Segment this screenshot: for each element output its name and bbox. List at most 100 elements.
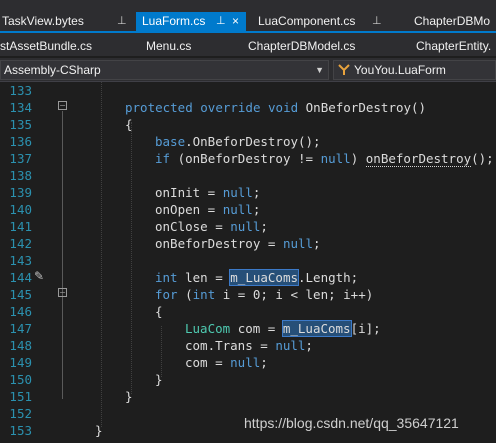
tab-taskview[interactable]: TaskView.bytes ⊥	[0, 12, 130, 31]
line-number: 146	[9, 304, 32, 319]
tab-label: ChapterDBModel.cs	[248, 39, 356, 53]
tab-label: ChapterEntity.	[416, 39, 492, 53]
code-text: int len = m_LuaComs.Length;	[155, 269, 358, 286]
code-text: }	[155, 372, 163, 387]
line-number: 149	[9, 355, 32, 370]
line-number: 140	[9, 202, 32, 217]
code-text: com.Trans = null;	[185, 337, 313, 354]
code-text: protected override void OnBeforDestroy()	[125, 99, 426, 116]
line-number: 135	[9, 117, 32, 132]
line-number: 152	[9, 406, 32, 421]
pin-icon[interactable]: ⊥	[216, 12, 226, 31]
close-icon[interactable]: ×	[232, 12, 239, 31]
code-rest: ();	[471, 151, 494, 166]
document-tabs-row2: stAssetBundle.cs Menu.cs ChapterDBModel.…	[0, 37, 496, 56]
project-dropdown-value: Assembly-CSharp	[4, 63, 101, 77]
line-number: 143	[9, 253, 32, 268]
code-text: onInit = null;	[155, 184, 260, 201]
tab-luacomponent[interactable]: LuaComponent.cs ⊥	[252, 12, 386, 31]
code-line-151: 151 }	[0, 388, 496, 405]
code-line-134: 134 protected override void OnBeforDestr…	[0, 99, 496, 116]
code-text: {	[155, 304, 163, 319]
keyword: null	[320, 151, 351, 166]
type-dropdown[interactable]: YouYou.LuaForm	[333, 60, 496, 80]
tab-chapterdbmodel[interactable]: ChapterDBModel.cs	[242, 37, 372, 56]
code-text: }	[95, 423, 103, 438]
pin-icon[interactable]: ⊥	[117, 12, 127, 31]
code-text: com = null;	[185, 354, 268, 371]
code-line-144: 144 ✎ int len = m_LuaComs.Length;	[0, 269, 496, 286]
code-line-137: 137 if (onBeforDestroy != null) onBeforD…	[0, 150, 496, 167]
code-line-146: 146 {	[0, 303, 496, 320]
tab-chapterentity[interactable]: ChapterEntity.	[410, 37, 496, 56]
line-number: 141	[9, 219, 32, 234]
tab-label: TaskView.bytes	[2, 14, 84, 28]
code-text: if (onBeforDestroy != null) onBeforDestr…	[155, 150, 494, 167]
code-editor[interactable]: − − 133 134 protected override void OnBe…	[0, 82, 496, 443]
code-line-138: 138	[0, 167, 496, 184]
code-text: onBeforDestroy = null;	[155, 235, 321, 252]
code-line-142: 142 onBeforDestroy = null;	[0, 235, 496, 252]
highlighted-reference[interactable]: m_LuaComs	[281, 320, 352, 337]
code-rest: ;	[252, 185, 261, 200]
code-line-135: 135 {	[0, 116, 496, 133]
code-rest: onOpen =	[155, 202, 223, 217]
code-rest: ;	[260, 355, 268, 370]
code-rest: i = 0; i < len; i++)	[222, 287, 374, 302]
line-number: 145	[9, 287, 32, 302]
line-number: 153	[9, 423, 32, 438]
code-line-133: 133	[0, 82, 496, 99]
code-rest: com.Trans =	[185, 338, 276, 353]
quick-action-pencil-icon[interactable]: ✎	[34, 269, 44, 283]
code-line-147: 147 LuaCom com = m_LuaComs[i];	[0, 320, 496, 337]
code-text: for (int i = 0; i < len; i++)	[155, 286, 373, 303]
line-number: 150	[9, 372, 32, 387]
tab-assetbundle[interactable]: stAssetBundle.cs	[0, 37, 130, 56]
highlighted-reference[interactable]: m_LuaComs	[229, 269, 299, 286]
tab-menu[interactable]: Menu.cs	[140, 37, 230, 56]
code-text: base.OnBeforDestroy();	[155, 133, 321, 150]
keyword: int	[155, 270, 178, 285]
keyword: null	[275, 338, 306, 353]
code-line-148: 148 com.Trans = null;	[0, 337, 496, 354]
keyword: null	[282, 236, 314, 251]
code-rest: onInit =	[155, 185, 223, 200]
class-icon	[338, 64, 350, 75]
tab-label: ChapterDBMo	[414, 14, 491, 28]
line-number: 151	[9, 389, 32, 404]
tab-label: LuaForm.cs	[142, 14, 206, 28]
code-line-143: 143	[0, 252, 496, 269]
pin-icon[interactable]: ⊥	[372, 12, 382, 31]
project-dropdown[interactable]: Assembly-CSharp ▼	[0, 60, 329, 80]
code-rest: com =	[185, 355, 231, 370]
code-rest: .Length;	[298, 270, 359, 285]
code-rest: ;	[305, 338, 313, 353]
code-line-141: 141 onClose = null;	[0, 218, 496, 235]
tab-label: Menu.cs	[146, 39, 192, 53]
type-name: LuaCom	[185, 321, 231, 336]
code-rest: len =	[185, 270, 231, 285]
tab-chapterdbmodel-partial[interactable]: ChapterDBMo	[408, 12, 496, 31]
code-line-140: 140 onOpen = null;	[0, 201, 496, 218]
watermark: https://blog.csdn.net/qq_35647121	[244, 415, 459, 431]
keyword: null	[230, 219, 261, 234]
method-signature: OnBeforDestroy()	[305, 100, 427, 115]
keyword: int	[192, 287, 216, 302]
tab-label: stAssetBundle.cs	[0, 39, 93, 53]
line-number: 133	[9, 83, 32, 98]
keyword: null	[230, 355, 261, 370]
method-call: onBeforDestroy	[365, 151, 472, 167]
tab-luaform[interactable]: LuaForm.cs ⊥ ×	[136, 12, 246, 31]
code-line-139: 139 onInit = null;	[0, 184, 496, 201]
keyword: base	[155, 134, 186, 149]
code-rest: (	[185, 287, 193, 302]
navigation-bar: Assembly-CSharp ▼ YouYou.LuaForm	[0, 58, 496, 82]
line-number: 136	[9, 134, 32, 149]
code-text: {	[125, 117, 133, 132]
line-number: 142	[9, 236, 32, 251]
code-rest: (onBeforDestroy !=	[177, 151, 321, 166]
line-number: 147	[9, 321, 32, 336]
code-rest: onClose =	[155, 219, 231, 234]
tab-label: LuaComponent.cs	[258, 14, 356, 28]
code-line-150: 150 }	[0, 371, 496, 388]
